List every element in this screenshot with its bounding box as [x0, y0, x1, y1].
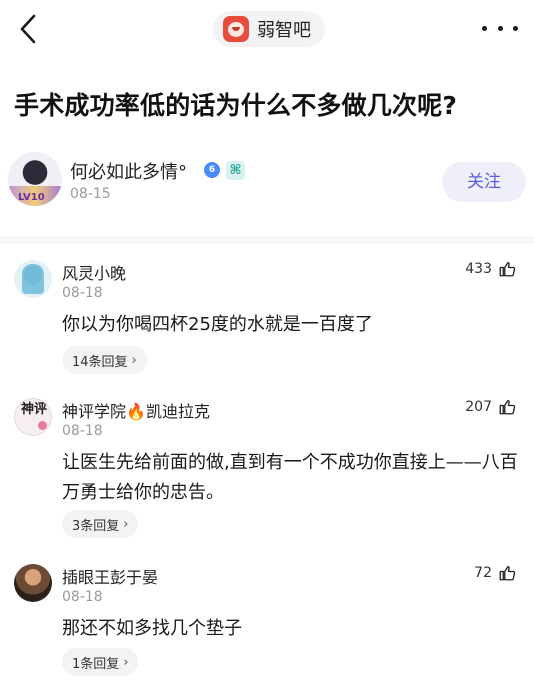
- avatar-level-badge: LV10: [18, 192, 45, 203]
- like-count: 72: [474, 565, 492, 581]
- like-button[interactable]: 433: [465, 260, 516, 278]
- level-badge: 6: [204, 162, 220, 178]
- top-bar: 弱智吧: [0, 0, 534, 58]
- avatar[interactable]: 神评: [14, 398, 52, 436]
- author-name[interactable]: 何必如此多情°: [70, 158, 187, 184]
- comment-date: 08-18: [62, 589, 103, 605]
- comment-date: 08-18: [62, 285, 103, 301]
- back-button[interactable]: [14, 12, 44, 46]
- avatar[interactable]: [14, 260, 52, 298]
- member-tag-icon: ⌘: [226, 161, 245, 180]
- comment-text: 那还不如多找几个垫子: [62, 618, 242, 639]
- commenter-name[interactable]: 风灵小晚: [62, 260, 126, 284]
- comment-date: 08-18: [62, 423, 103, 439]
- replies-label: 3条回复: [72, 518, 120, 534]
- forum-pill[interactable]: 弱智吧: [213, 11, 325, 47]
- thumbs-up-icon: [499, 399, 516, 415]
- author-row: LV10 何必如此多情° 6 ⌘ 08-15 关注: [8, 152, 528, 210]
- like-button[interactable]: 207: [465, 398, 516, 416]
- replies-button[interactable]: 14条回复 ›: [62, 346, 147, 374]
- avatar-glyph: 神评: [20, 402, 47, 417]
- commenter-name[interactable]: 插眼王彭于晏: [62, 564, 158, 588]
- chevron-right-icon: ›: [123, 516, 129, 532]
- commenter-name[interactable]: 神评学院🔥凯迪拉克: [62, 398, 210, 422]
- chevron-right-icon: ›: [131, 352, 137, 368]
- comment-text: 你以为你喝四杯25度的水就是一百度了: [62, 314, 373, 335]
- forum-name: 弱智吧: [257, 20, 311, 41]
- replies-button[interactable]: 3条回复 ›: [62, 510, 139, 538]
- flame-icon: 🔥: [126, 402, 146, 421]
- forum-logo-icon: [223, 16, 249, 42]
- replies-label: 1条回复: [72, 656, 120, 672]
- post-date: 08-15: [70, 186, 111, 202]
- replies-label: 14条回复: [72, 354, 128, 370]
- avatar[interactable]: LV10: [8, 152, 62, 206]
- thumbs-up-icon: [499, 565, 516, 581]
- chevron-right-icon: ›: [123, 654, 129, 670]
- more-dots-icon: [482, 25, 487, 31]
- avatar[interactable]: [14, 564, 52, 602]
- follow-button[interactable]: 关注: [442, 162, 526, 202]
- thumbs-up-icon: [499, 261, 516, 277]
- chevron-left-icon: [20, 14, 36, 44]
- replies-button[interactable]: 1条回复 ›: [62, 648, 139, 676]
- comment-text: 让医生先给前面的做,直到有一个不成功你直接上——八百万勇士给你的忠告。: [62, 452, 518, 503]
- section-divider: [0, 236, 534, 244]
- like-count: 207: [465, 399, 492, 415]
- post-title: 手术成功率低的话为什么不多做几次呢?: [14, 91, 458, 120]
- like-count: 433: [465, 261, 492, 277]
- like-button[interactable]: 72: [474, 564, 516, 582]
- more-options-button[interactable]: [482, 14, 518, 42]
